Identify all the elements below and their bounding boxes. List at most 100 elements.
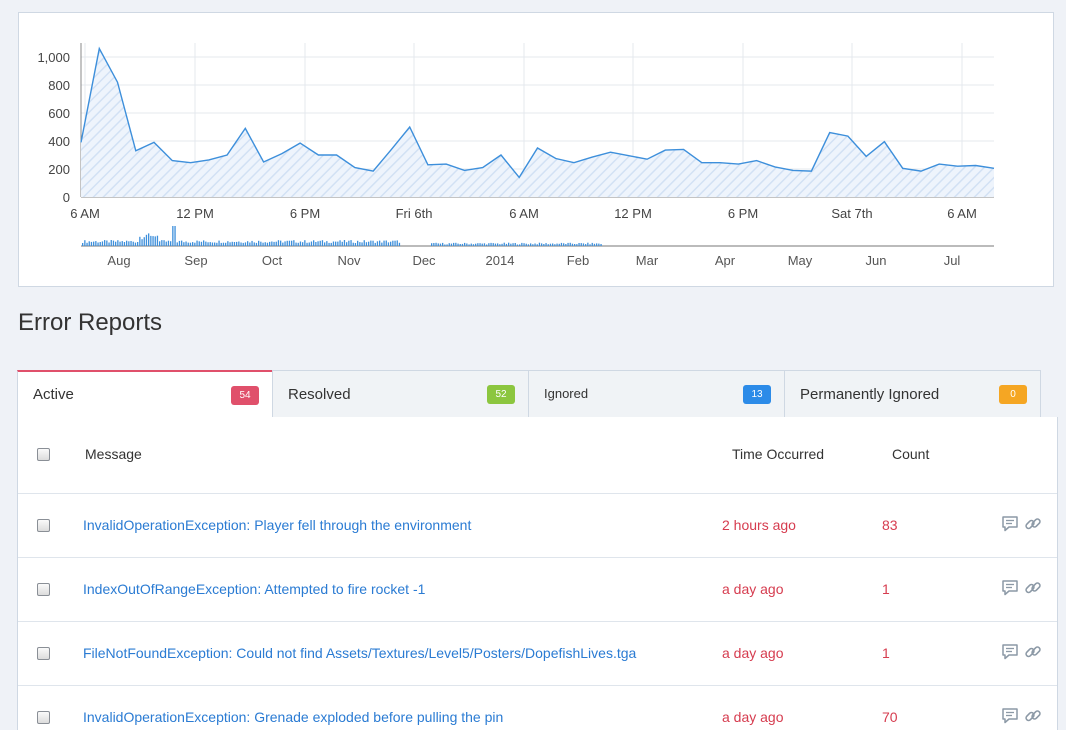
navigator-bar — [516, 244, 519, 246]
navigator-bar — [106, 240, 108, 246]
navigator-bar — [589, 244, 591, 246]
comment-icon[interactable] — [1001, 707, 1019, 725]
navigator-bar — [571, 243, 574, 246]
comment-icon[interactable] — [1001, 579, 1019, 597]
navigator-bar — [137, 242, 139, 246]
navigator-bar — [227, 241, 229, 246]
navigator-bar — [225, 242, 227, 246]
navigator-bar — [148, 233, 150, 246]
navigator-bar — [481, 243, 483, 246]
header-count[interactable]: Count — [892, 446, 929, 462]
navigator-bar — [563, 243, 565, 246]
navigator-bar — [205, 241, 207, 246]
navigator-bar — [132, 241, 134, 246]
link-icon[interactable] — [1024, 515, 1042, 533]
navigator-bar — [123, 242, 126, 246]
navigator-bar — [156, 235, 159, 246]
navigator-bar — [368, 241, 370, 246]
table-row: FileNotFoundException: Could not find As… — [18, 622, 1057, 686]
navigator-bar — [240, 242, 242, 246]
navigator-bar — [596, 243, 598, 246]
navigator-bar — [527, 244, 530, 246]
link-icon[interactable] — [1024, 707, 1042, 725]
navigator-bar — [139, 236, 141, 246]
navigator-bar — [468, 244, 470, 246]
navigator-bar — [117, 240, 119, 246]
navigator-bar — [328, 242, 330, 246]
navigator-bar — [332, 241, 335, 246]
navigator-bar — [86, 242, 88, 246]
navigator-bar — [271, 241, 273, 246]
navigator-bar — [260, 241, 262, 246]
navigator-bar — [593, 243, 596, 246]
navigator-month-label: Sep — [184, 253, 207, 268]
navigator-bar — [108, 242, 110, 246]
link-icon[interactable] — [1024, 643, 1042, 661]
select-all-checkbox[interactable] — [37, 448, 50, 461]
y-tick-label: 400 — [48, 134, 70, 149]
navigator-bar — [376, 241, 379, 246]
time-occurred: a day ago — [722, 581, 784, 597]
comment-icon[interactable] — [1001, 515, 1019, 533]
tab-permanently-ignored[interactable]: Permanently Ignored 0 — [784, 370, 1041, 418]
navigator-bar — [521, 242, 523, 246]
navigator-bar — [280, 240, 282, 246]
navigator-bar — [514, 243, 516, 246]
navigator-bar — [229, 242, 231, 246]
navigator-bar — [277, 240, 280, 246]
navigator-bar — [461, 243, 464, 246]
navigator-bar — [394, 240, 396, 246]
navigator-bar — [159, 241, 161, 246]
row-checkbox[interactable] — [37, 647, 50, 660]
navigator-bar — [567, 242, 569, 246]
row-checkbox[interactable] — [37, 519, 50, 532]
navigator-bar — [390, 241, 392, 246]
header-message[interactable]: Message — [85, 446, 142, 462]
table-row: InvalidOperationException: Grenade explo… — [18, 686, 1057, 730]
navigator-bar — [176, 242, 178, 246]
row-checkbox[interactable] — [37, 711, 50, 724]
navigator-bar — [231, 241, 233, 246]
navigator-bar — [183, 242, 185, 246]
navigator-bar — [354, 243, 357, 246]
row-checkbox[interactable] — [37, 583, 50, 596]
tab-ignored[interactable]: Ignored 13 — [528, 370, 785, 418]
tab-ignored-label: Ignored — [544, 386, 589, 401]
navigator-bar — [143, 237, 145, 246]
navigator-bar — [308, 242, 310, 246]
navigator-bar — [357, 240, 359, 246]
navigator-bar — [185, 241, 187, 246]
navigator-bar — [203, 240, 205, 246]
tab-permanently-ignored-count-badge: 0 — [999, 385, 1027, 404]
navigator-bar — [372, 240, 374, 246]
navigator-bar — [512, 243, 514, 246]
report-tabs: Active 54 Resolved 52 Ignored 13 Permane… — [17, 370, 1058, 419]
navigator-bar — [101, 241, 104, 246]
navigator-bar — [359, 242, 361, 246]
navigator-bar — [574, 244, 576, 246]
navigator-bar — [543, 244, 545, 246]
error-message-link[interactable]: FileNotFoundException: Could not find As… — [83, 645, 636, 661]
x-tick-label: 6 PM — [290, 206, 320, 221]
navigator-bar — [549, 243, 552, 246]
link-icon[interactable] — [1024, 579, 1042, 597]
header-time-occurred[interactable]: Time Occurred — [732, 446, 824, 462]
navigator-bar — [374, 242, 376, 246]
navigator-bar — [244, 242, 247, 246]
error-message-link[interactable]: InvalidOperationException: Grenade explo… — [83, 709, 503, 725]
x-tick-label: 12 PM — [614, 206, 652, 221]
tab-active[interactable]: Active 54 — [17, 370, 273, 419]
error-message-link[interactable]: InvalidOperationException: Player fell t… — [83, 517, 471, 533]
x-tick-label: 12 PM — [176, 206, 214, 221]
navigator-bar — [503, 242, 505, 246]
occurrence-count: 1 — [882, 581, 890, 597]
navigator-month-label: Aug — [107, 253, 130, 268]
comment-icon[interactable] — [1001, 643, 1019, 661]
navigator-bar — [196, 240, 198, 246]
navigator-bar — [216, 242, 218, 246]
y-tick-label: 1,000 — [37, 50, 70, 65]
tab-resolved[interactable]: Resolved 52 — [272, 370, 529, 418]
navigator-bar — [587, 242, 589, 246]
error-message-link[interactable]: IndexOutOfRangeException: Attempted to f… — [83, 581, 425, 597]
section-title: Error Reports — [18, 309, 163, 336]
